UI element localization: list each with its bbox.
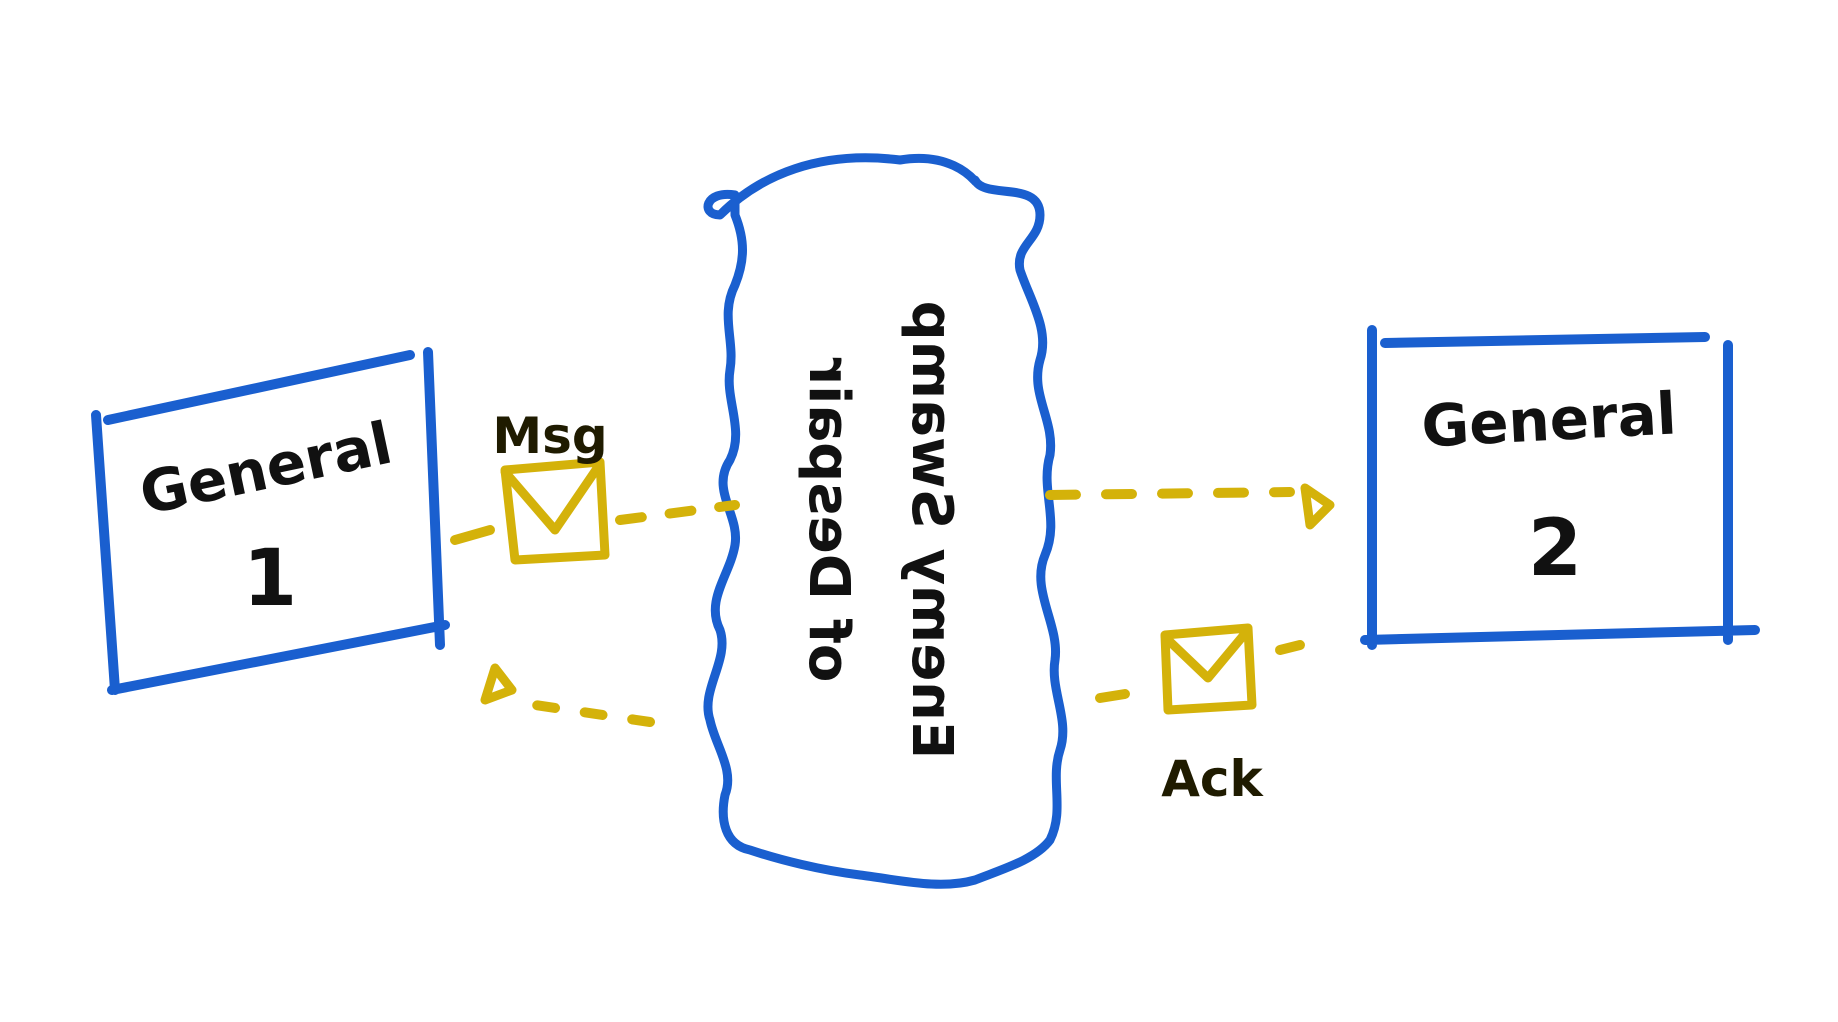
message-arrow bbox=[450, 483, 1335, 545]
general-2-box: General 2 bbox=[1360, 325, 1760, 650]
ack-label: Ack bbox=[1161, 750, 1264, 808]
general-2-number: 2 bbox=[1528, 504, 1582, 594]
ack-envelope: Ack bbox=[1160, 623, 1265, 808]
general-2-label: General bbox=[1420, 379, 1678, 460]
message-envelope: Msg bbox=[492, 407, 610, 565]
swamp-label-line-1: Enemy Swamp bbox=[899, 301, 964, 760]
ack-arrowhead bbox=[480, 663, 517, 705]
envelope-icon bbox=[500, 457, 610, 565]
general-1-label: General bbox=[134, 409, 398, 529]
general-1-number: 1 bbox=[243, 534, 297, 624]
message-arrowhead bbox=[1300, 483, 1335, 530]
diagram-canvas: General 1 General 2 Enemy Swamp of Despa… bbox=[91, 153, 1760, 889]
message-label: Msg bbox=[492, 407, 607, 465]
general-1-box: General 1 bbox=[91, 347, 450, 695]
envelope-icon bbox=[1160, 623, 1257, 715]
enemy-swamp-blob: Enemy Swamp of Despair bbox=[703, 153, 1068, 889]
swamp-label-line-2: of Despair bbox=[796, 357, 861, 682]
